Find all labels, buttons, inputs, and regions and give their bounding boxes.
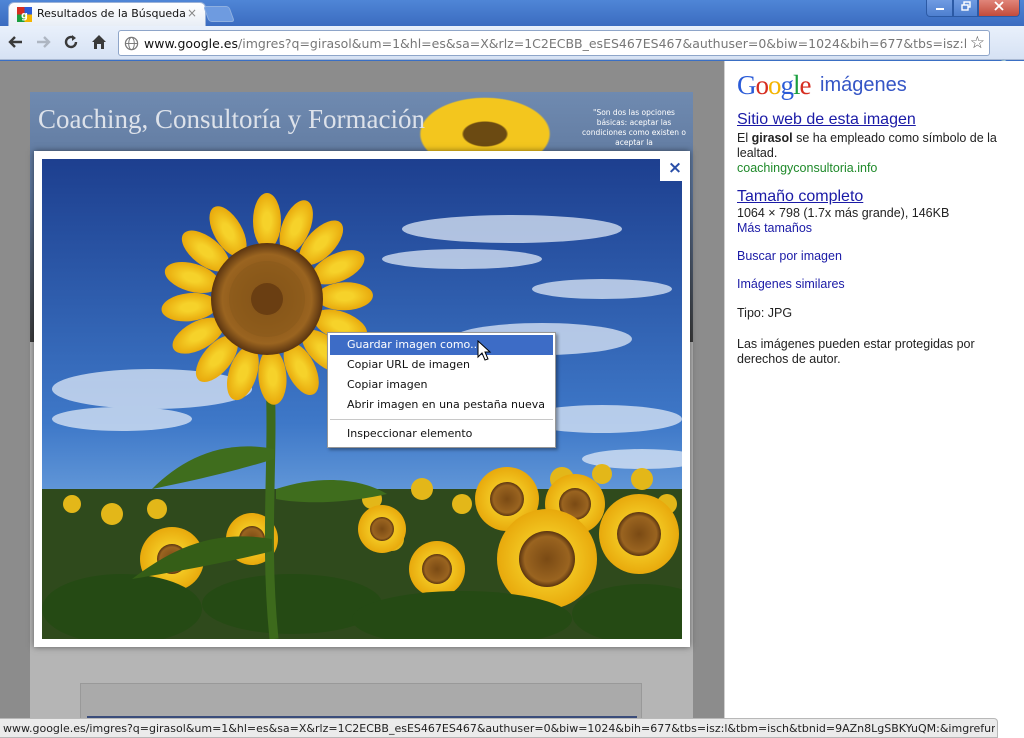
image-description: El girasol se ha empleado como símbolo d… (737, 131, 997, 160)
banner-title: Coaching, Consultoría y Formación (38, 104, 425, 134)
window-minimize-button[interactable] (926, 0, 953, 17)
more-sizes-link[interactable]: Más tamaños (737, 221, 812, 235)
logo-subtitle: imágenes (820, 74, 907, 96)
toolbar: www.google.es/imgres?q=girasol&um=1&hl=e… (0, 26, 1024, 78)
menu-separator (330, 419, 553, 420)
logo-letter: o (755, 70, 769, 100)
copyright-notice: Las imágenes pueden estar protegidas por… (737, 337, 975, 366)
image-info-panel: Google imágenes Sitio web de esta imagen… (724, 61, 1024, 738)
page-content: Coaching, Consultoría y Formación "Son d… (0, 61, 1024, 738)
logo-letter: g (780, 70, 794, 100)
forward-arrow-icon (37, 36, 51, 48)
forward-button[interactable] (33, 33, 53, 53)
menu-item-inspect-element[interactable]: Inspeccionar elemento (330, 424, 553, 444)
source-domain: coachingyconsultoria.info (737, 161, 878, 175)
full-size-link[interactable]: Tamaño completo (737, 188, 863, 206)
menu-item-save-image[interactable]: Guardar imagen como... (330, 335, 553, 355)
menu-item-open-image-new-tab[interactable]: Abrir imagen en una pestaña nueva (330, 395, 553, 415)
banner-quote: "Son dos las opciones básicas: aceptar l… (582, 108, 686, 147)
logo-letter: e (799, 70, 812, 100)
image-dimensions: 1064 × 798 (1.7x más grande), 146KB (737, 206, 950, 220)
globe-icon (124, 36, 139, 51)
new-tab-button[interactable] (203, 6, 235, 22)
context-menu: Guardar imagen como... Copiar URL de ima… (327, 332, 556, 448)
address-bar[interactable]: www.google.es/imgres?q=girasol&um=1&hl=e… (118, 30, 990, 56)
mouse-cursor-icon (477, 340, 492, 361)
status-bar: www.google.es/imgres?q=girasol&um=1&hl=e… (0, 718, 998, 738)
menu-item-copy-image[interactable]: Copiar imagen (330, 375, 553, 395)
google-logo[interactable]: Google (737, 70, 811, 101)
url-text: www.google.es/imgres?q=girasol&um=1&hl=e… (144, 36, 966, 51)
reload-icon (64, 35, 78, 49)
menu-item-copy-image-url[interactable]: Copiar URL de imagen (330, 355, 553, 375)
window-restore-button[interactable] (953, 0, 978, 17)
status-url: www.google.es/imgres?q=girasol&um=1&hl=e… (3, 722, 995, 735)
back-button[interactable] (6, 33, 26, 53)
close-icon (994, 1, 1004, 11)
browser-tab[interactable]: g Resultados de la Búsqueda de × (8, 2, 206, 26)
image-type: Tipo: JPG (737, 306, 793, 320)
restore-icon (960, 1, 971, 11)
logo-letter: o (768, 70, 781, 100)
similar-images-link[interactable]: Imágenes similares (737, 277, 845, 291)
google-favicon-icon: g (17, 7, 32, 22)
logo-letter: G (737, 70, 756, 100)
back-arrow-icon (8, 36, 22, 48)
site-link[interactable]: Sitio web de esta imagen (737, 111, 916, 129)
home-icon (92, 35, 106, 49)
window-close-button[interactable] (978, 0, 1020, 17)
tab-close-icon[interactable]: × (187, 6, 197, 20)
title-bar: g Resultados de la Búsqueda de × (0, 0, 1024, 26)
minimize-icon (935, 8, 944, 10)
svg-text:g: g (21, 10, 28, 21)
reload-button[interactable] (61, 33, 81, 53)
home-button[interactable] (89, 33, 109, 53)
search-by-image-link[interactable]: Buscar por imagen (737, 249, 842, 263)
lightbox-close-button[interactable]: × (660, 157, 690, 181)
tab-title: Resultados de la Búsqueda de (37, 7, 187, 20)
bookmark-star-icon[interactable]: ☆ (970, 33, 985, 53)
